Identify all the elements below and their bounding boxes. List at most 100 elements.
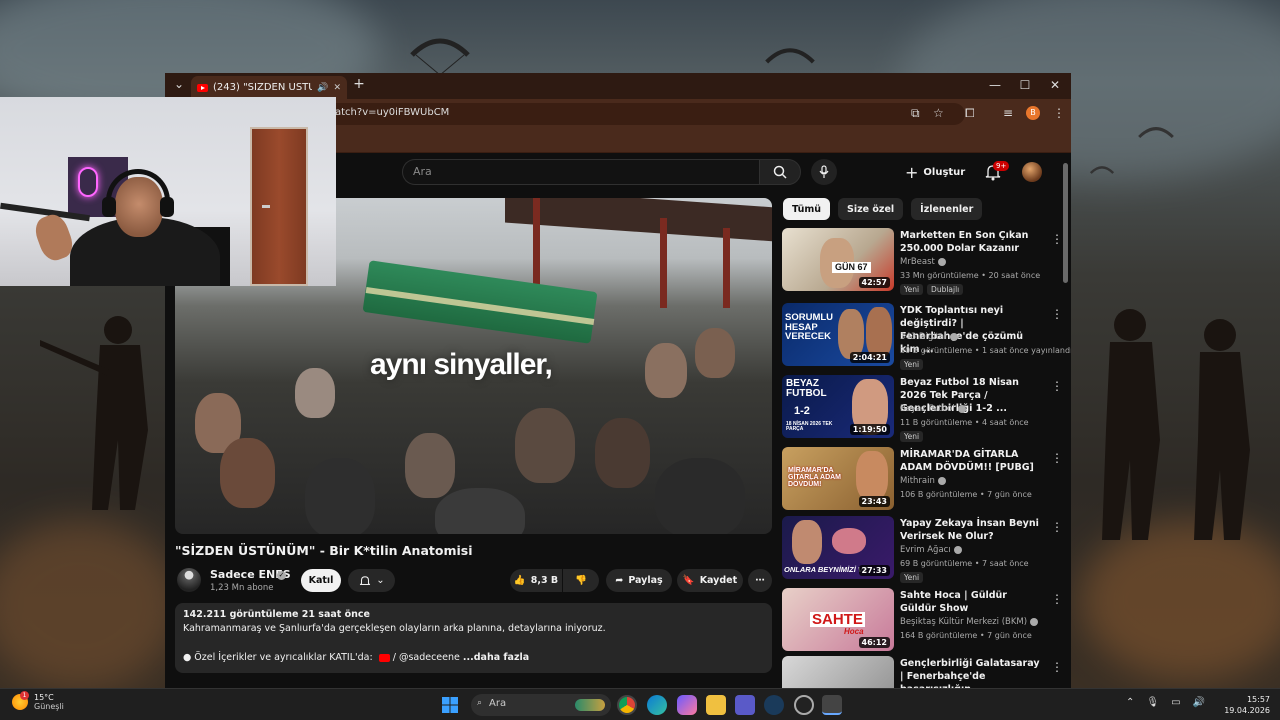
more-actions-button[interactable]: ⋯: [748, 569, 772, 592]
webcam-door-handle: [262, 205, 270, 208]
save-button[interactable]: 🔖 Kaydet: [677, 569, 743, 592]
weather-badge: 1: [20, 691, 29, 700]
address-bar[interactable]: atch?v=uy0iFBWUbCM: [325, 103, 965, 125]
thumbnail-score: 1-2: [794, 405, 810, 417]
more-options-icon[interactable]: ⋮: [1051, 232, 1063, 246]
chrome-icon[interactable]: [617, 695, 637, 715]
crowd-figure: [295, 368, 335, 418]
weather-widget[interactable]: 1 15°C Güneşli: [12, 691, 64, 711]
weather-description: Güneşli: [34, 702, 64, 711]
volume-icon[interactable]: 🔊: [1193, 697, 1205, 708]
crowd-figure: [305, 458, 375, 534]
new-badge: Yeni: [900, 431, 924, 442]
show-more-link[interactable]: ...daha fazla: [463, 652, 529, 663]
more-options-icon[interactable]: ⋮: [1051, 379, 1063, 393]
windows-start-icon[interactable]: [440, 695, 460, 715]
more-options-icon[interactable]: ⋮: [1051, 451, 1063, 465]
crowd-figure: [645, 343, 687, 398]
thumbnail-figure: [792, 520, 822, 564]
obs-icon[interactable]: [794, 695, 814, 715]
chevron-down-icon: ⌄: [376, 575, 385, 586]
search-highlight-icon: [575, 699, 605, 711]
search-button[interactable]: [759, 159, 801, 185]
thumbnail-subtext: Hoca: [844, 627, 864, 636]
bookmark-star-icon[interactable]: ☆: [933, 106, 944, 120]
tab-search-icon[interactable]: ⌄: [169, 77, 189, 91]
teams-icon[interactable]: [735, 695, 755, 715]
close-window-button[interactable]: ✕: [1045, 78, 1065, 92]
new-tab-button[interactable]: +: [349, 76, 369, 92]
verified-icon: [949, 332, 958, 341]
media-controls-icon[interactable]: ≡: [1003, 106, 1013, 120]
chevron-up-icon[interactable]: ⌃: [1126, 697, 1134, 708]
channel-name-text: Beşiktaş Kültür Merkezi (BKM): [900, 617, 1028, 627]
install-app-icon[interactable]: ⧉: [911, 106, 920, 121]
channel-handle-link[interactable]: / @sadeceene: [393, 652, 460, 663]
search-input[interactable]: Ara: [402, 159, 759, 185]
thumbnail[interactable]: [782, 656, 894, 688]
chip-all[interactable]: Tümü: [783, 198, 831, 220]
game-app-icon[interactable]: [822, 695, 842, 715]
maximize-button[interactable]: ☐: [1015, 78, 1035, 92]
thumbnail[interactable]: GÜN 67 42:57: [782, 228, 894, 291]
recommendation-title: MİRAMAR'DA GİTARLA ADAM DÖVDÜM!! [PUBG]: [900, 449, 1034, 473]
steam-icon[interactable]: [764, 695, 784, 715]
bell-icon: [360, 575, 371, 585]
recommendation-item[interactable]: Gençlerbirliği Galatasaray | Fenerbahçe'…: [782, 656, 1067, 688]
thumbnail[interactable]: ONLARA BEYNİMİZİ VE 27:33: [782, 516, 894, 579]
recommendation-item[interactable]: SORUMLU HESAP VERECEK 2:04:21 YDK Toplan…: [782, 303, 1071, 370]
channel-avatar[interactable]: [177, 568, 201, 592]
file-explorer-icon[interactable]: [706, 695, 726, 715]
join-button[interactable]: Katıl: [301, 569, 341, 592]
recommendation-item[interactable]: ONLARA BEYNİMİZİ VE 27:33 Yapay Zekaya İ…: [782, 516, 1067, 583]
thumbnail[interactable]: MİRAMAR'DA GİTARLA ADAM DÖVDÜM! 23:43: [782, 447, 894, 510]
extensions-icon[interactable]: ⧠: [965, 106, 975, 121]
more-options-icon[interactable]: ⋮: [1051, 520, 1063, 534]
chip-for-you[interactable]: Size özel: [838, 198, 904, 220]
create-button[interactable]: + Oluştur: [905, 161, 965, 183]
clock[interactable]: 15:57 19.04.2026: [1218, 694, 1270, 716]
video-duration: 2:04:21: [849, 352, 890, 363]
minimize-button[interactable]: —: [985, 78, 1005, 92]
profile-avatar[interactable]: B: [1026, 106, 1040, 120]
dislike-button[interactable]: 👎: [563, 569, 599, 592]
microphone-tray-icon[interactable]: 🎙: [1146, 697, 1159, 708]
subscription-bell-button[interactable]: ⌄: [348, 569, 395, 592]
chip-watched[interactable]: İzlenenler: [911, 198, 983, 220]
recommendation-item[interactable]: GÜN 67 42:57 Marketten En Son Çıkan 250.…: [782, 228, 1067, 295]
audio-icon[interactable]: 🔊: [317, 83, 328, 93]
save-label: Kaydet: [699, 575, 738, 586]
share-button[interactable]: ➦ Paylaş: [606, 569, 672, 592]
taskbar-search-input[interactable]: ⌕ Ara: [471, 694, 611, 716]
thumbnail[interactable]: BEYAZ FUTBOL 1-2 18 NİSAN 2026 TEK PARÇA…: [782, 375, 894, 438]
thumbnail-figure: [856, 451, 888, 501]
like-button[interactable]: 👍 8,3 B: [510, 569, 562, 592]
voice-search-button[interactable]: [811, 159, 837, 185]
thumbnail[interactable]: SORUMLU HESAP VERECEK 2:04:21: [782, 303, 894, 366]
recommendation-item[interactable]: MİRAMAR'DA GİTARLA ADAM DÖVDÜM! 23:43 Mİ…: [782, 447, 1067, 511]
headphone-ear: [102, 197, 116, 217]
description-box[interactable]: 142.211 görüntüleme 21 saat önce Kahrama…: [175, 603, 772, 673]
more-options-icon[interactable]: ⋮: [1051, 660, 1063, 674]
recommendation-meta: 69 B görüntüleme • 7 saat önce: [900, 559, 1029, 568]
account-avatar[interactable]: [1022, 162, 1042, 182]
thumbnail[interactable]: SAHTE Hoca 46:12: [782, 588, 894, 651]
channel-name-text: MrBeast: [900, 257, 935, 267]
search-icon: ⌕: [477, 698, 483, 708]
browser-menu-icon[interactable]: ⋮: [1053, 106, 1065, 120]
recommendation-channel: Mithrain: [900, 476, 946, 486]
tab-close-icon[interactable]: ✕: [333, 83, 341, 93]
recommendation-title: Marketten En Son Çıkan 250.000 Dolar Kaz…: [900, 230, 1029, 254]
edge-icon[interactable]: [647, 695, 667, 715]
verified-icon: [937, 257, 946, 266]
crowd-figure: [220, 438, 275, 508]
more-options-icon[interactable]: ⋮: [1051, 592, 1063, 606]
scrollbar[interactable]: [1063, 163, 1068, 283]
recommendation-item[interactable]: SAHTE Hoca 46:12 Sahte Hoca | Güldür Gül…: [782, 588, 1067, 652]
channel-name-text: Beyaz Futbol: [900, 404, 955, 414]
copilot-icon[interactable]: [677, 695, 697, 715]
browser-tab-active[interactable]: (243) "SİZDEN ÜSTÜNÜM" 🔊 ✕: [191, 76, 347, 99]
more-options-icon[interactable]: ⋮: [1051, 307, 1063, 321]
recommendation-item[interactable]: BEYAZ FUTBOL 1-2 18 NİSAN 2026 TEK PARÇA…: [782, 375, 1067, 442]
network-icon[interactable]: ▭: [1171, 697, 1180, 708]
